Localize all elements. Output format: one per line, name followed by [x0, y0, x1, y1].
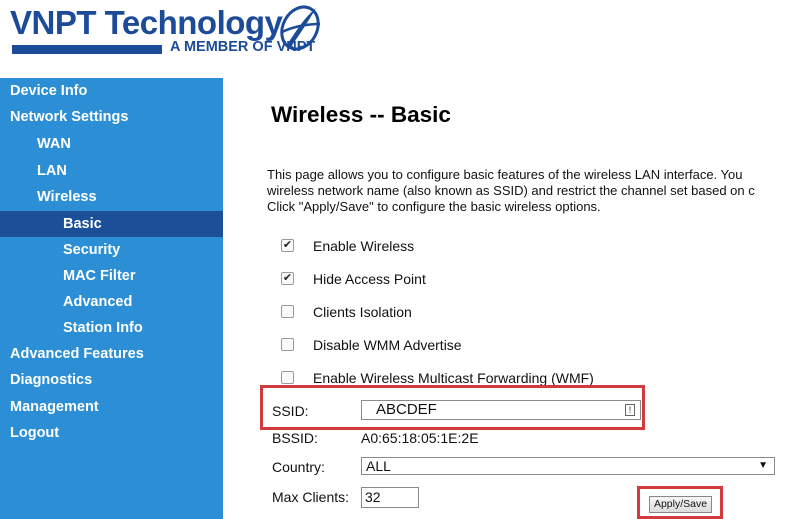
apply-save-button[interactable]: Apply/Save [649, 496, 712, 513]
sidebar-item-wireless[interactable]: Wireless [0, 184, 223, 210]
sidebar-item-logout[interactable]: Logout [0, 420, 223, 446]
page-description: This page allows you to configure basic … [267, 167, 755, 215]
country-select[interactable]: ALL ▼ [361, 457, 775, 475]
sidebar-item-security[interactable]: Security [0, 237, 223, 263]
sidebar-item-diagnostics[interactable]: Diagnostics [0, 367, 223, 393]
ssid-value: ABCDEF [376, 401, 437, 418]
disable-wmm-label: Disable WMM Advertise [313, 337, 462, 353]
ssid-input[interactable]: ABCDEF ! [361, 400, 641, 420]
sidebar-item-management[interactable]: Management [0, 394, 223, 420]
disable-wmm-checkbox[interactable] [281, 338, 294, 351]
brand-bar [12, 45, 162, 54]
password-key-icon: ! [625, 404, 635, 416]
page-title: Wireless -- Basic [271, 102, 451, 127]
bssid-label: BSSID: [272, 430, 318, 446]
sidebar: Device Info Network Settings WAN LAN Wir… [0, 78, 223, 519]
country-value: ALL [366, 458, 391, 474]
sidebar-item-device-info[interactable]: Device Info [0, 78, 223, 104]
clients-isolation-checkbox[interactable] [281, 305, 294, 318]
main-content: Wireless -- Basic This page allows you t… [223, 78, 800, 519]
enable-wireless-checkbox[interactable]: ✔ [281, 239, 294, 252]
sidebar-item-mac-filter[interactable]: MAC Filter [0, 263, 223, 289]
sidebar-item-lan[interactable]: LAN [0, 158, 223, 184]
description-line: wireless network name (also known as SSI… [267, 183, 755, 198]
max-clients-input[interactable]: 32 [361, 487, 419, 508]
max-clients-label: Max Clients: [272, 489, 350, 505]
description-line: Click "Apply/Save" to configure the basi… [267, 199, 601, 214]
sidebar-item-network-settings[interactable]: Network Settings [0, 104, 223, 130]
hide-access-point-label: Hide Access Point [313, 271, 426, 287]
sidebar-item-station-info[interactable]: Station Info [0, 315, 223, 341]
brand-subtitle: A MEMBER OF VNPT [170, 39, 316, 55]
ssid-label: SSID: [272, 403, 309, 419]
max-clients-value: 32 [365, 489, 381, 505]
dropdown-arrow-icon: ▼ [758, 460, 768, 471]
brand-title: VNPT Technology [10, 4, 283, 41]
header: VNPT Technology A MEMBER OF VNPT [0, 0, 800, 70]
description-line: This page allows you to configure basic … [267, 167, 743, 182]
bssid-value: A0:65:18:05:1E:2E [361, 430, 479, 446]
country-label: Country: [272, 459, 325, 475]
sidebar-item-advanced[interactable]: Advanced [0, 289, 223, 315]
sidebar-item-wan[interactable]: WAN [0, 131, 223, 157]
enable-wmf-checkbox[interactable] [281, 371, 294, 384]
enable-wireless-label: Enable Wireless [313, 238, 415, 254]
sidebar-item-basic[interactable]: Basic [0, 211, 223, 237]
clients-isolation-label: Clients Isolation [313, 304, 412, 320]
hide-access-point-checkbox[interactable]: ✔ [281, 272, 294, 285]
sidebar-item-advanced-features[interactable]: Advanced Features [0, 341, 223, 367]
